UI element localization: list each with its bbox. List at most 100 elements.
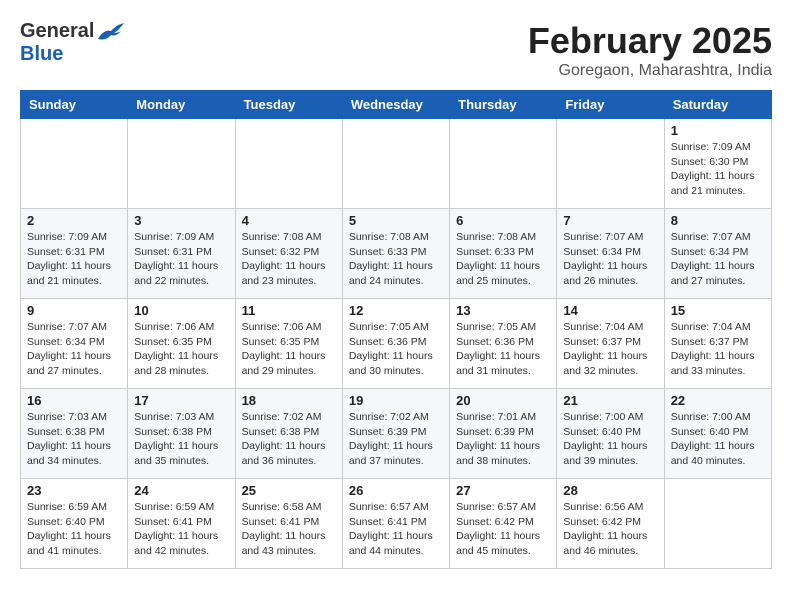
day-number: 27 xyxy=(456,483,550,498)
day-info: Sunrise: 6:58 AM Sunset: 6:41 PM Dayligh… xyxy=(242,500,336,559)
day-info: Sunrise: 7:05 AM Sunset: 6:36 PM Dayligh… xyxy=(456,320,550,379)
day-info: Sunrise: 7:04 AM Sunset: 6:37 PM Dayligh… xyxy=(563,320,657,379)
day-info: Sunrise: 7:07 AM Sunset: 6:34 PM Dayligh… xyxy=(27,320,121,379)
calendar-header-sunday: Sunday xyxy=(21,91,128,119)
calendar-cell: 28 Sunrise: 6:56 AM Sunset: 6:42 PM Dayli… xyxy=(557,479,664,569)
month-title: February 2025 xyxy=(528,20,772,62)
calendar-header-monday: Monday xyxy=(128,91,235,119)
calendar-cell: 2Sunrise: 7:09 AM Sunset: 6:31 PM Daylig… xyxy=(21,209,128,299)
page-header: General Blue February 2025 Goregaon, Mah… xyxy=(20,20,772,80)
day-info: Sunrise: 7:07 AM Sunset: 6:34 PM Dayligh… xyxy=(563,230,657,289)
calendar-cell: 21Sunrise: 7:00 AM Sunset: 6:40 PM Dayli… xyxy=(557,389,664,479)
calendar-cell: 26Sunrise: 6:57 AM Sunset: 6:41 PM Dayli… xyxy=(342,479,449,569)
calendar-cell: 7 Sunrise: 7:07 AM Sunset: 6:34 PM Daylig… xyxy=(557,209,664,299)
calendar-cell: 5 Sunrise: 7:08 AM Sunset: 6:33 PM Daylig… xyxy=(342,209,449,299)
day-number: 24 xyxy=(134,483,228,498)
day-info: Sunrise: 7:03 AM Sunset: 6:38 PM Dayligh… xyxy=(27,410,121,469)
day-number: 3 xyxy=(134,213,228,228)
day-info: Sunrise: 6:56 AM Sunset: 6:42 PM Dayligh… xyxy=(563,500,657,559)
day-number: 19 xyxy=(349,393,443,408)
day-info: Sunrise: 6:57 AM Sunset: 6:42 PM Dayligh… xyxy=(456,500,550,559)
day-number: 16 xyxy=(27,393,121,408)
calendar-header-saturday: Saturday xyxy=(664,91,771,119)
day-info: Sunrise: 6:59 AM Sunset: 6:40 PM Dayligh… xyxy=(27,500,121,559)
day-number: 21 xyxy=(563,393,657,408)
calendar-header-thursday: Thursday xyxy=(450,91,557,119)
calendar-cell: 18 Sunrise: 7:02 AM Sunset: 6:38 PM Dayli… xyxy=(235,389,342,479)
day-info: Sunrise: 7:09 AM Sunset: 6:31 PM Dayligh… xyxy=(134,230,228,289)
calendar-cell: 15 Sunrise: 7:04 AM Sunset: 6:37 PM Dayli… xyxy=(664,299,771,389)
day-number: 26 xyxy=(349,483,443,498)
day-info: Sunrise: 7:04 AM Sunset: 6:37 PM Dayligh… xyxy=(671,320,765,379)
day-info: Sunrise: 7:03 AM Sunset: 6:38 PM Dayligh… xyxy=(134,410,228,469)
calendar-cell: 11 Sunrise: 7:06 AM Sunset: 6:35 PM Dayli… xyxy=(235,299,342,389)
calendar-cell: 16 Sunrise: 7:03 AM Sunset: 6:38 PM Dayli… xyxy=(21,389,128,479)
calendar-cell: 17Sunrise: 7:03 AM Sunset: 6:38 PM Dayli… xyxy=(128,389,235,479)
day-info: Sunrise: 7:09 AM Sunset: 6:30 PM Dayligh… xyxy=(671,140,765,199)
calendar-cell: 20 Sunrise: 7:01 AM Sunset: 6:39 PM Dayli… xyxy=(450,389,557,479)
logo-bird-icon xyxy=(96,21,126,43)
day-number: 1 xyxy=(671,123,765,138)
calendar-cell xyxy=(21,119,128,209)
day-number: 23 xyxy=(27,483,121,498)
day-info: Sunrise: 7:06 AM Sunset: 6:35 PM Dayligh… xyxy=(242,320,336,379)
calendar-cell: 22 Sunrise: 7:00 AM Sunset: 6:40 PM Dayli… xyxy=(664,389,771,479)
day-number: 18 xyxy=(242,393,336,408)
calendar-cell xyxy=(450,119,557,209)
calendar-cell xyxy=(557,119,664,209)
day-info: Sunrise: 7:08 AM Sunset: 6:33 PM Dayligh… xyxy=(349,230,443,289)
day-info: Sunrise: 7:02 AM Sunset: 6:38 PM Dayligh… xyxy=(242,410,336,469)
day-number: 28 xyxy=(563,483,657,498)
day-info: Sunrise: 7:08 AM Sunset: 6:32 PM Dayligh… xyxy=(242,230,336,289)
day-number: 12 xyxy=(349,303,443,318)
calendar-cell: 9 Sunrise: 7:07 AM Sunset: 6:34 PM Daylig… xyxy=(21,299,128,389)
logo: General Blue xyxy=(20,20,126,66)
calendar-cell: 13 Sunrise: 7:05 AM Sunset: 6:36 PM Dayli… xyxy=(450,299,557,389)
calendar-cell: 6 Sunrise: 7:08 AM Sunset: 6:33 PM Daylig… xyxy=(450,209,557,299)
day-number: 10 xyxy=(134,303,228,318)
day-number: 15 xyxy=(671,303,765,318)
calendar-week-row: 16 Sunrise: 7:03 AM Sunset: 6:38 PM Dayli… xyxy=(21,389,772,479)
calendar-cell: 10 Sunrise: 7:06 AM Sunset: 6:35 PM Dayli… xyxy=(128,299,235,389)
day-info: Sunrise: 7:05 AM Sunset: 6:36 PM Dayligh… xyxy=(349,320,443,379)
day-info: Sunrise: 7:01 AM Sunset: 6:39 PM Dayligh… xyxy=(456,410,550,469)
calendar-cell xyxy=(128,119,235,209)
day-info: Sunrise: 7:00 AM Sunset: 6:40 PM Dayligh… xyxy=(671,410,765,469)
calendar-cell: 3 Sunrise: 7:09 AM Sunset: 6:31 PM Daylig… xyxy=(128,209,235,299)
calendar-cell xyxy=(664,479,771,569)
day-number: 9 xyxy=(27,303,121,318)
title-section: February 2025 Goregaon, Maharashtra, Ind… xyxy=(528,20,772,80)
calendar-header-friday: Friday xyxy=(557,91,664,119)
day-number: 22 xyxy=(671,393,765,408)
logo-blue-text: Blue xyxy=(20,43,63,66)
day-number: 25 xyxy=(242,483,336,498)
calendar-cell: 14Sunrise: 7:04 AM Sunset: 6:37 PM Dayli… xyxy=(557,299,664,389)
calendar-cell: 4Sunrise: 7:08 AM Sunset: 6:32 PM Daylig… xyxy=(235,209,342,299)
calendar-cell: 24 Sunrise: 6:59 AM Sunset: 6:41 PM Dayli… xyxy=(128,479,235,569)
day-number: 20 xyxy=(456,393,550,408)
calendar-cell: 12 Sunrise: 7:05 AM Sunset: 6:36 PM Dayli… xyxy=(342,299,449,389)
calendar-week-row: 23 Sunrise: 6:59 AM Sunset: 6:40 PM Dayli… xyxy=(21,479,772,569)
day-number: 13 xyxy=(456,303,550,318)
day-number: 8 xyxy=(671,213,765,228)
day-number: 11 xyxy=(242,303,336,318)
calendar-week-row: 9 Sunrise: 7:07 AM Sunset: 6:34 PM Daylig… xyxy=(21,299,772,389)
calendar-header-tuesday: Tuesday xyxy=(235,91,342,119)
day-info: Sunrise: 6:59 AM Sunset: 6:41 PM Dayligh… xyxy=(134,500,228,559)
day-number: 6 xyxy=(456,213,550,228)
day-number: 5 xyxy=(349,213,443,228)
calendar-cell: 27 Sunrise: 6:57 AM Sunset: 6:42 PM Dayli… xyxy=(450,479,557,569)
day-info: Sunrise: 7:06 AM Sunset: 6:35 PM Dayligh… xyxy=(134,320,228,379)
day-info: Sunrise: 7:02 AM Sunset: 6:39 PM Dayligh… xyxy=(349,410,443,469)
calendar-header-row: SundayMondayTuesdayWednesdayThursdayFrid… xyxy=(21,91,772,119)
day-number: 2 xyxy=(27,213,121,228)
calendar-cell: 23 Sunrise: 6:59 AM Sunset: 6:40 PM Dayli… xyxy=(21,479,128,569)
location-title: Goregaon, Maharashtra, India xyxy=(528,62,772,80)
calendar-cell: 1 Sunrise: 7:09 AM Sunset: 6:30 PM Daylig… xyxy=(664,119,771,209)
day-info: Sunrise: 7:08 AM Sunset: 6:33 PM Dayligh… xyxy=(456,230,550,289)
day-number: 7 xyxy=(563,213,657,228)
calendar-week-row: 1 Sunrise: 7:09 AM Sunset: 6:30 PM Daylig… xyxy=(21,119,772,209)
calendar-cell: 19 Sunrise: 7:02 AM Sunset: 6:39 PM Dayli… xyxy=(342,389,449,479)
calendar-table: SundayMondayTuesdayWednesdayThursdayFrid… xyxy=(20,90,772,569)
calendar-week-row: 2 Sunrise: 7:09 AM Sunset: 6:31 PM Daylig… xyxy=(21,209,772,299)
